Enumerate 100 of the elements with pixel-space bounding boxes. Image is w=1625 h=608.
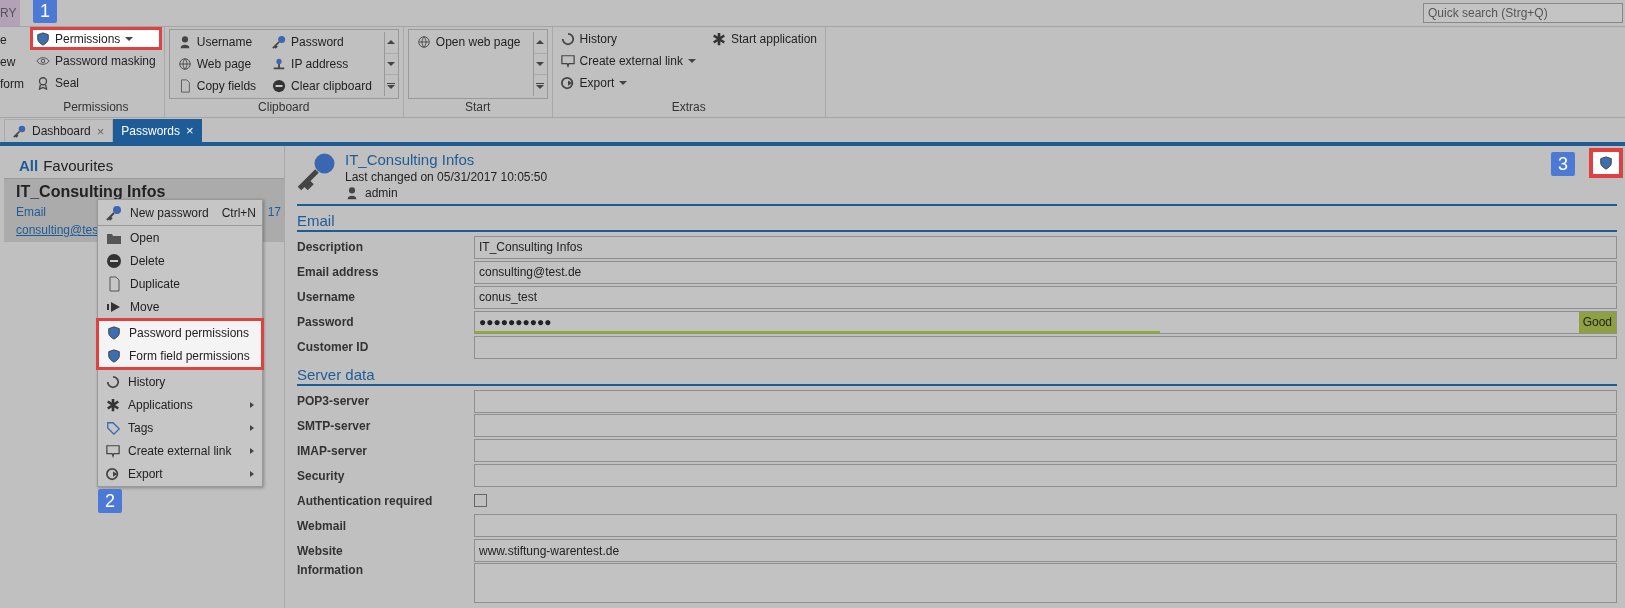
shield-icon (1599, 156, 1613, 170)
menu-item[interactable]: Tags (98, 416, 262, 439)
shield-icon (107, 325, 121, 340)
menu-item[interactable]: Duplicate (98, 272, 262, 295)
field-label: POP3-server (297, 394, 371, 409)
ribbon-button[interactable]: Password masking (32, 51, 160, 70)
field-label: Authentication required (297, 493, 434, 508)
quick-search-field[interactable]: Quick search (Strg+Q) (1423, 3, 1623, 23)
caret-icon (387, 61, 396, 67)
more-icon (536, 82, 545, 89)
password-field[interactable]: ●●●●●●●●●● Good (474, 310, 1617, 334)
ribbon-button[interactable]: IP address (268, 54, 376, 73)
callout-badge: 2 (98, 489, 122, 513)
section-title: Server data (297, 359, 1617, 386)
input-field[interactable]: consulting@test.de (474, 260, 1617, 284)
close-icon[interactable]: × (186, 123, 194, 138)
ribbon-button[interactable]: Export (556, 73, 700, 92)
ribbon-item[interactable]: e (0, 32, 28, 48)
up-icon (536, 39, 545, 46)
ribbon-item[interactable]: ew (0, 54, 28, 70)
menu-item[interactable]: Create external link (98, 439, 262, 462)
item-title: IT_Consulting Infos (16, 183, 167, 201)
caret-icon (619, 79, 628, 86)
group-label: Extras (670, 99, 707, 116)
minus-circle-icon (106, 252, 122, 269)
menu-item[interactable]: Export (98, 462, 262, 485)
ribbon-button[interactable]: Password (268, 32, 376, 51)
export-icon (106, 466, 120, 481)
globe-icon (177, 56, 192, 71)
key-icon (272, 34, 287, 49)
filter-tab[interactable]: All (19, 157, 39, 174)
history-icon (560, 31, 575, 46)
input-field[interactable]: www.stiftung-warentest.de (474, 539, 1617, 563)
submenu-arrow-icon (248, 470, 256, 477)
field-label: Customer ID (297, 340, 370, 355)
input-field[interactable] (474, 514, 1617, 538)
ribbon-button[interactable]: Start application (707, 29, 821, 48)
caret-icon (536, 61, 545, 67)
text-area[interactable] (474, 563, 1617, 604)
ribbon-button[interactable]: Web page (173, 54, 261, 73)
menu-item[interactable]: Password permissions (99, 321, 261, 344)
input-field[interactable]: IT_Consulting Infos (474, 235, 1617, 259)
checkbox[interactable] (474, 494, 487, 508)
menu-item[interactable]: Move (98, 295, 262, 318)
input-field[interactable] (474, 335, 1617, 359)
tag-icon (106, 420, 120, 435)
owner-name: admin (365, 186, 398, 200)
last-changed-text: Last changed on 05/31/2017 10:05:50 (345, 170, 548, 184)
ribbon-button[interactable]: Copy fields (173, 76, 261, 95)
snowflake-icon (106, 397, 120, 412)
ribbon-button[interactable]: History (556, 29, 700, 48)
menu-item[interactable]: Applications (98, 393, 262, 416)
input-field[interactable] (474, 464, 1617, 488)
input-field[interactable]: conus_test (474, 285, 1617, 309)
field-label: Webmail (297, 518, 348, 533)
snowflake-icon (711, 31, 726, 46)
field-label: Username (297, 290, 357, 305)
strength-label: Good (1578, 311, 1616, 333)
ribbon-button[interactable]: Seal (32, 73, 160, 92)
globe-icon (416, 34, 431, 49)
item-date: 17 (267, 205, 281, 219)
history-icon (106, 374, 120, 389)
section-title: Email (297, 206, 1617, 232)
ribbon-button[interactable]: Clear clipboard (268, 76, 376, 95)
input-field[interactable] (474, 439, 1617, 463)
entry-title: IT_Consulting Infos (345, 151, 476, 168)
network-icon (272, 56, 287, 71)
group-label: Permissions (62, 99, 130, 116)
shield-icon (36, 31, 50, 46)
item-type: Email (16, 205, 46, 219)
ribbon-button[interactable]: Create external link (556, 51, 700, 70)
speech-bubble-icon (560, 53, 575, 68)
menu-item[interactable]: New password Ctrl+N (98, 201, 262, 226)
up-icon (387, 39, 396, 46)
tab[interactable]: Passwords × (113, 119, 202, 142)
field-label: Email address (297, 265, 380, 280)
ribbon-item[interactable]: form (0, 76, 28, 92)
menu-item[interactable]: History (98, 370, 262, 393)
field-label: Website (297, 543, 344, 558)
field-label: Password (297, 315, 355, 330)
seal-icon (36, 75, 50, 90)
callout-badge: 3 (1551, 152, 1575, 176)
export-icon (560, 75, 575, 90)
field-label: Description (297, 240, 364, 255)
submenu-arrow-icon (248, 424, 256, 431)
page-icon (106, 275, 122, 292)
menu-item[interactable]: Delete (98, 249, 262, 272)
menu-item[interactable]: Form field permissions (99, 344, 261, 367)
tab[interactable]: Dashboard × (4, 119, 114, 142)
input-field[interactable] (474, 414, 1617, 438)
field-label: SMTP-server (297, 419, 372, 433)
more-icon (387, 82, 396, 89)
submenu-arrow-icon (248, 401, 256, 408)
ribbon-button[interactable]: Username (173, 32, 261, 51)
filter-tab[interactable]: Favourites (43, 157, 114, 174)
minus-circle-icon (272, 78, 287, 93)
group-label: Start (464, 99, 492, 116)
field-label: IMAP-server (297, 443, 369, 458)
field-label: Security (297, 468, 346, 483)
input-field[interactable] (474, 389, 1617, 413)
